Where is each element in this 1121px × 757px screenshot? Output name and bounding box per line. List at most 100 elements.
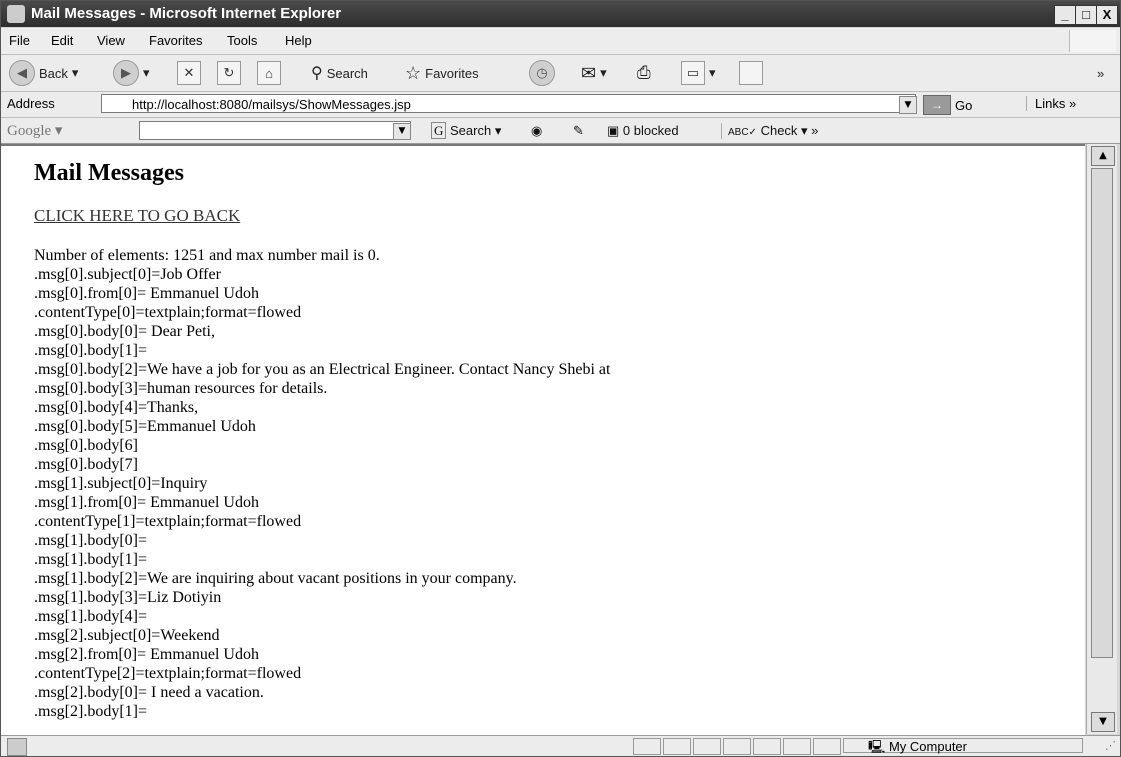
spellcheck-button[interactable]: ABC✓ Check ▾ »: [721, 123, 818, 139]
stop-button[interactable]: ✕: [177, 60, 201, 86]
output-line: .msg[0].body[3]=human resources for deta…: [34, 380, 328, 397]
google-logo[interactable]: Google ▾: [7, 121, 62, 140]
output-line: .contentType[2]=textplain;format=flowed: [34, 665, 302, 682]
output-line: .msg[1].subject[0]=Inquiry: [34, 475, 208, 492]
back-button[interactable]: ◀ Back ▾: [9, 60, 78, 86]
search-button[interactable]: ⚲ Search: [311, 60, 368, 86]
pagerank-icon[interactable]: ◉: [531, 123, 542, 139]
favorites-label: Favorites: [425, 65, 479, 81]
status-bar: 🖳 My Computer ⋰: [1, 735, 1120, 756]
status-pane: [783, 738, 811, 755]
go-arrow-icon: →: [923, 95, 951, 115]
output-line: .msg[2].body[1]=: [34, 703, 148, 720]
output-line: .msg[2].subject[0]=Weekend: [34, 627, 220, 644]
chevron-down-icon: ▾: [709, 65, 716, 80]
google-g-icon: G: [431, 122, 447, 139]
scroll-down-arrow-icon[interactable]: ▼: [1091, 712, 1115, 732]
output-line: .msg[1].body[2]=We are inquiring about v…: [34, 570, 517, 587]
forward-arrow-icon: ▶: [113, 60, 139, 86]
output-line: .msg[0].body[2]=We have a job for you as…: [34, 361, 611, 378]
maximize-button[interactable]: □: [1075, 5, 1097, 25]
resize-grip-icon[interactable]: ⋰: [1105, 739, 1116, 752]
title-bar: Mail Messages - Microsoft Internet Explo…: [1, 1, 1120, 27]
menu-tools[interactable]: Tools: [227, 33, 257, 48]
google-search-input[interactable]: [139, 121, 411, 140]
menu-file[interactable]: File: [9, 33, 30, 48]
close-button[interactable]: X: [1096, 5, 1118, 25]
history-button[interactable]: ◷: [529, 60, 555, 86]
check-label: Check: [760, 123, 798, 138]
stop-icon: ✕: [177, 61, 201, 85]
edit-button[interactable]: ▭ ▾: [681, 60, 716, 86]
page-title: Mail Messages: [34, 160, 184, 186]
output-line: .msg[0].body[7]: [34, 456, 138, 473]
refresh-button[interactable]: ↻: [217, 60, 241, 86]
print-button[interactable]: ⎙: [637, 60, 651, 86]
popup-blocker-button[interactable]: ▣ 0 blocked: [607, 123, 679, 139]
output-line: .msg[1].body[1]=: [34, 551, 148, 568]
output-line: .msg[1].body[4]=: [34, 608, 148, 625]
output-line: Number of elements: 1251 and max number …: [34, 247, 380, 264]
blocked-count: 0 blocked: [622, 123, 679, 138]
google-toolbar: Google ▾ ▼ G Search ▾ ◉ ✎ ▣ 0 blocked AB…: [1, 118, 1120, 144]
go-button[interactable]: → Go: [923, 95, 972, 115]
status-pane: [633, 738, 661, 755]
google-dropdown-icon[interactable]: ▼: [393, 123, 411, 140]
status-pane: [693, 738, 721, 755]
output-line: .msg[1].body[3]=Liz Dotiyin: [34, 589, 222, 606]
address-input[interactable]: http://localhost:8080/mailsys/ShowMessag…: [101, 94, 916, 113]
go-label: Go: [955, 97, 973, 113]
menu-favorites[interactable]: Favorites: [149, 33, 202, 48]
menu-view[interactable]: View: [97, 33, 125, 48]
home-button[interactable]: ⌂: [257, 60, 281, 86]
scrollbar-thumb[interactable]: [1091, 168, 1113, 658]
go-back-link[interactable]: CLICK HERE TO GO BACK: [34, 206, 240, 226]
output-line: .msg[0].body[0]= Dear Peti,: [34, 323, 215, 340]
menu-bar: File Edit View Favorites Tools Help: [1, 28, 1120, 55]
output-line: .msg[1].body[0]=: [34, 532, 148, 549]
back-label: Back: [39, 65, 68, 81]
output-line: .msg[0].body[1]=: [34, 342, 148, 359]
scroll-up-arrow-icon[interactable]: ▲: [1091, 146, 1115, 166]
refresh-icon: ↻: [217, 61, 241, 85]
popup-blocker-icon: ▣: [607, 123, 620, 138]
output-line: .msg[2].body[0]= I need a vacation.: [34, 684, 264, 701]
forward-button[interactable]: ▶ ▾: [113, 60, 150, 86]
message-output: Number of elements: 1251 and max number …: [34, 246, 1074, 721]
address-label: Address: [7, 96, 55, 111]
computer-icon: 🖳: [868, 739, 886, 754]
print-icon: ⎙: [637, 63, 651, 82]
google-search-button[interactable]: G Search ▾: [431, 122, 501, 139]
address-dropdown-icon[interactable]: ▼: [899, 96, 917, 114]
ie-icon: [7, 5, 25, 23]
google-search-label: Search: [450, 123, 492, 138]
output-line: .msg[0].body[5]=Emmanuel Udoh: [34, 418, 256, 435]
mail-button[interactable]: ✉ ▾: [581, 60, 607, 86]
standard-toolbar: ◀ Back ▾ ▶ ▾ ✕ ↻ ⌂ ⚲ Search ☆ Favorites …: [1, 55, 1120, 92]
discuss-button[interactable]: [739, 60, 763, 86]
menu-edit[interactable]: Edit: [51, 33, 73, 48]
output-line: .msg[0].body[6]: [34, 437, 138, 454]
links-button[interactable]: Links »: [1026, 96, 1076, 111]
chevron-down-icon: ▾: [71, 65, 79, 80]
browser-window: Mail Messages - Microsoft Internet Explo…: [0, 0, 1121, 757]
toolbar-overflow-chevron[interactable]: »: [1097, 60, 1104, 86]
minimize-button[interactable]: _: [1054, 5, 1076, 25]
edit-icon: ▭: [681, 61, 705, 85]
favorites-button[interactable]: ☆ Favorites: [405, 60, 479, 86]
status-pane: [813, 738, 841, 755]
vertical-scrollbar[interactable]: ▲ ▼: [1086, 144, 1117, 734]
history-icon: ◷: [529, 60, 555, 86]
chevron-down-icon: ▾: [600, 65, 607, 80]
output-line: .msg[1].from[0]= Emmanuel Udoh: [34, 494, 259, 511]
page-content: Mail Messages CLICK HERE TO GO BACK Numb…: [1, 144, 1085, 736]
chevron-down-icon: ▾: [143, 65, 150, 80]
output-line: .msg[0].subject[0]=Job Offer: [34, 266, 221, 283]
news-icon[interactable]: ✎: [573, 123, 584, 139]
page-status-icon: [7, 738, 27, 756]
zone-label: My Computer: [888, 739, 967, 754]
status-pane: [753, 738, 781, 755]
status-pane: [663, 738, 691, 755]
menu-help[interactable]: Help: [285, 33, 312, 48]
back-arrow-icon: ◀: [9, 60, 35, 86]
